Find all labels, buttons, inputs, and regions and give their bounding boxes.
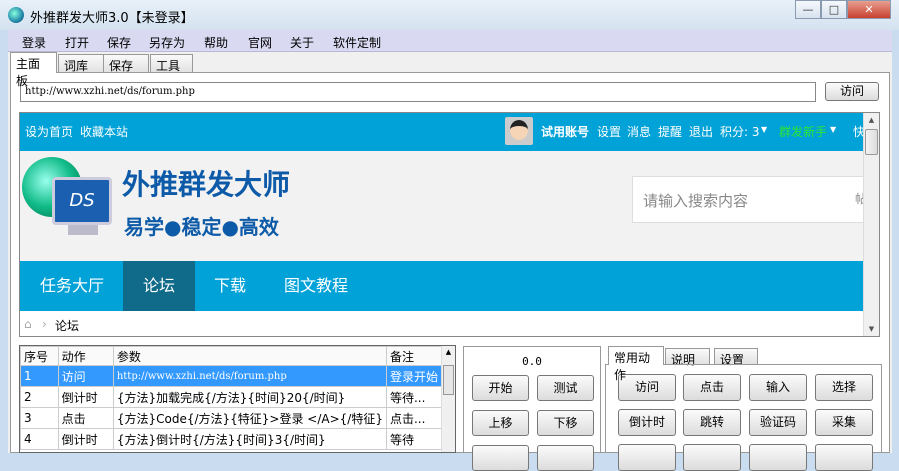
tab-tools[interactable]: 工具 bbox=[150, 54, 193, 73]
tab-description[interactable]: 说明 bbox=[665, 348, 710, 367]
start-button[interactable]: 开始 bbox=[472, 375, 529, 401]
nav-forum[interactable]: 论坛 bbox=[123, 261, 196, 311]
site-top-bar: 设为首页 收藏本站 试用账号 设置 消息 提醒 退出 积分: 3 ▼ 群发新手 … bbox=[20, 113, 865, 151]
action-more-button[interactable] bbox=[815, 444, 873, 471]
more-button[interactable] bbox=[537, 445, 594, 471]
site-logo-area: DS 外推群发大师 易学●稳定●高效 请输入搜索内容帖 bbox=[20, 151, 872, 261]
table-header: 序号 动作 参数 备注 bbox=[20, 346, 443, 366]
settings-link[interactable]: 设置 bbox=[597, 123, 621, 140]
logo-monitor-icon: DS bbox=[22, 157, 114, 249]
action-captcha-button[interactable]: 验证码 bbox=[749, 409, 807, 436]
account-link[interactable]: 试用账号 bbox=[541, 123, 589, 140]
action-visit-button[interactable]: 访问 bbox=[618, 374, 676, 401]
title-bar: 外推群发大师3.0【未登录】 — □ ✕ bbox=[0, 0, 899, 30]
action-more-button[interactable] bbox=[618, 444, 676, 471]
menu-custom[interactable]: 软件定制 bbox=[333, 34, 381, 51]
app-icon bbox=[8, 7, 24, 23]
tab-common-actions[interactable]: 常用动作 bbox=[608, 346, 664, 382]
menu-help[interactable]: 帮助 bbox=[204, 34, 228, 51]
menu-save-as[interactable]: 另存为 bbox=[149, 34, 185, 51]
action-table: 序号 动作 参数 备注 1 访问 http://www.xzhi.net/ds/fo… bbox=[19, 345, 456, 453]
close-button[interactable]: ✕ bbox=[847, 0, 891, 19]
table-row[interactable]: 2 倒计时 {方法}加载完成{/方法}{时间}20{/时间} 等待... bbox=[20, 386, 443, 408]
table-row[interactable]: 1 访问 http://www.xzhi.net/ds/forum.php 登录开始 bbox=[20, 365, 443, 387]
nav-task-hall[interactable]: 任务大厅 bbox=[20, 261, 124, 311]
action-more-button[interactable] bbox=[749, 444, 807, 471]
site-search-input[interactable]: 请输入搜索内容帖 bbox=[632, 176, 872, 223]
menu-open[interactable]: 打开 bbox=[65, 34, 89, 51]
rank-dropdown[interactable]: 群发新手 bbox=[779, 123, 827, 140]
breadcrumb: ⌂ › 论坛 bbox=[20, 311, 864, 336]
home-icon[interactable]: ⌂ bbox=[24, 317, 32, 331]
set-homepage-link[interactable]: 设为首页 bbox=[25, 123, 73, 140]
action-jump-button[interactable]: 跳转 bbox=[683, 409, 741, 436]
points-dropdown[interactable]: 积分: 3 bbox=[720, 123, 760, 140]
timer-display: 0.0 bbox=[522, 355, 542, 368]
site-slogan: 易学●稳定●高效 bbox=[124, 215, 279, 239]
menu-bar: 登录 打开 保存 另存为 帮助 官网 关于 软件定制 bbox=[8, 30, 892, 52]
action-select-button[interactable]: 选择 bbox=[815, 374, 873, 401]
menu-website[interactable]: 官网 bbox=[248, 34, 272, 51]
move-up-button[interactable]: 上移 bbox=[472, 410, 529, 436]
more-button[interactable] bbox=[472, 445, 529, 471]
test-button[interactable]: 测试 bbox=[537, 375, 594, 401]
site-nav: 任务大厅 论坛 下载 图文教程 bbox=[20, 261, 864, 311]
menu-save[interactable]: 保存 bbox=[107, 34, 131, 51]
action-click-button[interactable]: 点击 bbox=[683, 374, 741, 401]
maximize-button[interactable]: □ bbox=[821, 0, 847, 19]
logout-link[interactable]: 退出 bbox=[689, 123, 713, 140]
browser-scrollbar[interactable]: ▲ ▼ bbox=[863, 113, 879, 336]
bookmark-link[interactable]: 收藏本站 bbox=[80, 123, 128, 140]
nav-tutorial[interactable]: 图文教程 bbox=[264, 261, 368, 311]
nav-download[interactable]: 下载 bbox=[194, 261, 266, 311]
table-row[interactable]: 4 倒计时 {方法}倒计时{/方法}{时间}3{/时间} 等待 bbox=[20, 428, 443, 450]
messages-link[interactable]: 消息 bbox=[627, 123, 651, 140]
action-countdown-button[interactable]: 倒计时 bbox=[618, 409, 676, 436]
action-input-button[interactable]: 输入 bbox=[749, 374, 807, 401]
chevron-down-icon: ▼ bbox=[830, 125, 837, 134]
chevron-down-icon: ▼ bbox=[761, 125, 768, 134]
chevron-right-icon: › bbox=[42, 317, 47, 331]
table-row[interactable]: 3 点击 {方法}Code{/方法}{特征}>登录 </A>{/特征} 点击... bbox=[20, 407, 443, 429]
menu-about[interactable]: 关于 bbox=[290, 34, 314, 51]
tab-save[interactable]: 保存 bbox=[103, 54, 149, 73]
minimize-button[interactable]: — bbox=[795, 0, 821, 19]
tab-main[interactable]: 主面板 bbox=[10, 52, 57, 88]
control-panel: 0.0 开始 测试 上移 下移 bbox=[463, 346, 601, 471]
action-more-button[interactable] bbox=[683, 444, 741, 471]
window-title: 外推群发大师3.0【未登录】 bbox=[30, 11, 194, 26]
breadcrumb-forum[interactable]: 论坛 bbox=[55, 317, 79, 334]
table-scrollbar[interactable]: ▲ bbox=[441, 346, 455, 452]
visit-button[interactable]: 访问 bbox=[825, 82, 879, 101]
move-down-button[interactable]: 下移 bbox=[537, 410, 594, 436]
action-collect-button[interactable]: 采集 bbox=[815, 409, 873, 436]
avatar[interactable] bbox=[505, 117, 533, 145]
tab-settings[interactable]: 设置 bbox=[714, 348, 758, 367]
browser-view: 设为首页 收藏本站 试用账号 设置 消息 提醒 退出 积分: 3 ▼ 群发新手 … bbox=[19, 112, 880, 337]
menu-login[interactable]: 登录 bbox=[22, 34, 46, 51]
url-input[interactable]: http://www.xzhi.net/ds/forum.php bbox=[20, 82, 816, 102]
site-logo-title: 外推群发大师 bbox=[122, 168, 291, 201]
tab-lexicon[interactable]: 词库 bbox=[58, 54, 108, 73]
reminders-link[interactable]: 提醒 bbox=[658, 123, 682, 140]
